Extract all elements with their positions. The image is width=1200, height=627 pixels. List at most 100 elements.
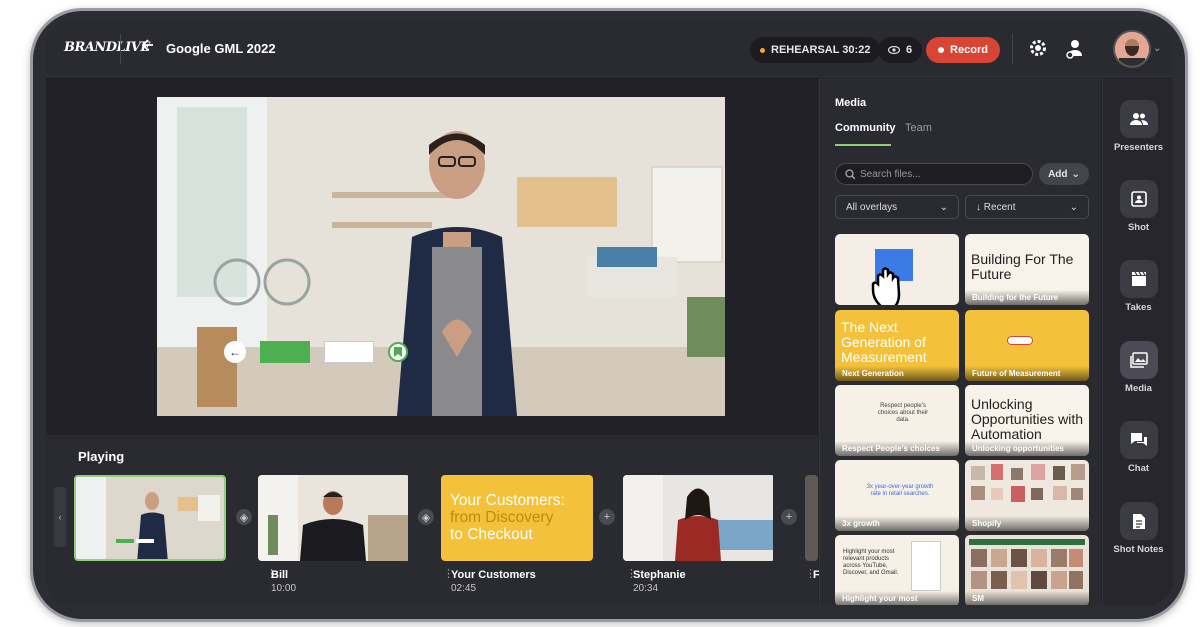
eye-icon: [888, 46, 900, 54]
rail-item-shot[interactable]: Shot: [1103, 180, 1173, 233]
shot-name: Bill: [271, 569, 289, 581]
media-tile[interactable]: Future of Measurement: [965, 310, 1089, 381]
shot-thumbnail-current[interactable]: [74, 475, 226, 561]
transition-icon[interactable]: ◈: [236, 509, 252, 525]
media-tile[interactable]: Shopify: [965, 460, 1089, 531]
rail-item-shot-notes[interactable]: Shot Notes: [1103, 502, 1173, 555]
lower-third-overlay: ←: [224, 341, 408, 363]
overlay-white-block: [324, 341, 374, 363]
media-tile[interactable]: The Next Generation of Measurement Next …: [835, 310, 959, 381]
tile-headline: Building For The Future: [971, 251, 1074, 282]
bookmark-icon: [388, 342, 408, 362]
sort-select[interactable]: ↓ Recent ⌄: [965, 195, 1089, 219]
rail-item-media[interactable]: Media: [1103, 341, 1173, 394]
user-avatar[interactable]: [1113, 30, 1151, 68]
takes-icon: [1119, 260, 1158, 298]
viewer-count-value: 6: [906, 44, 913, 56]
playing-label: Playing: [78, 449, 125, 464]
rail-label: Presenters: [1113, 142, 1164, 153]
card-line-1: Your Customers:: [450, 492, 565, 509]
search-placeholder: Search files...: [860, 168, 921, 180]
shot-thumbnail[interactable]: [805, 475, 818, 561]
chevron-down-icon: ⌄: [1069, 201, 1078, 213]
rail-label: Shot Notes: [1113, 544, 1164, 555]
event-title: Google GML 2022: [166, 41, 276, 56]
chevron-down-icon[interactable]: ⌄: [1153, 43, 1161, 54]
transition-icon[interactable]: ◈: [418, 509, 434, 525]
record-dot-icon: [938, 47, 945, 53]
add-button[interactable]: Add ⌄: [1039, 163, 1089, 185]
media-tile[interactable]: Highlight your most relevant products ac…: [835, 535, 959, 605]
rehearsal-timer: REHEARSAL 30:22: [750, 37, 881, 63]
brand-logo: BRANDLIVE: [64, 40, 150, 55]
media-tile[interactable]: [835, 234, 959, 305]
tile-label: Highlight your most: [835, 591, 959, 605]
hand-cursor-icon: [871, 267, 901, 305]
gear-icon[interactable]: [1028, 38, 1050, 60]
strip-collapse-button[interactable]: ‹: [54, 487, 66, 547]
media-tile[interactable]: Building For The Future Building for the…: [965, 234, 1089, 305]
tile-label: Building for the Future: [965, 290, 1089, 305]
media-tile[interactable]: SM: [965, 535, 1089, 605]
media-tile[interactable]: Unlocking Opportunities with Automation …: [965, 385, 1089, 456]
producer-settings-icon[interactable]: [1064, 38, 1086, 60]
record-button[interactable]: Record: [926, 37, 1000, 63]
search-input[interactable]: Search files...: [835, 163, 1033, 185]
live-video-preview: [157, 97, 725, 416]
rail-item-presenters[interactable]: Presenters: [1103, 100, 1173, 153]
overlay-filter-select[interactable]: All overlays ⌄: [835, 195, 959, 219]
back-arrow-icon[interactable]: [138, 38, 158, 58]
chat-icon: [1119, 421, 1158, 459]
tile-label: Unlocking opportunities: [965, 441, 1089, 456]
media-tile[interactable]: 3x year-over-year growth rate in retail …: [835, 460, 959, 531]
panel-title: Media: [835, 97, 867, 109]
shot-name: Your Customers: [451, 569, 536, 581]
viewer-count: 6: [878, 37, 923, 63]
tab-team[interactable]: Team: [905, 122, 932, 134]
tile-headline: Unlocking Opportunities with Automation: [971, 396, 1084, 442]
shot-thumbnail[interactable]: [623, 475, 775, 561]
tile-label: SM: [965, 591, 1089, 605]
shot-thumbnail[interactable]: Your Customers: from Discovery to Checko…: [441, 475, 593, 561]
media-icon: [1119, 341, 1158, 379]
search-icon: [845, 169, 856, 180]
tile-phone-graphic: [911, 541, 941, 591]
tile-label: Next Generation: [835, 366, 959, 381]
add-transition-icon[interactable]: +: [781, 509, 797, 525]
tile-label: Shopify: [965, 516, 1089, 531]
sort-value: ↓ Recent: [976, 201, 1016, 213]
rail-label: Takes: [1125, 302, 1152, 313]
right-rail: Presenters Shot Takes Media Chat Shot No…: [1102, 78, 1173, 605]
rail-label: Media: [1125, 383, 1152, 394]
add-transition-icon[interactable]: +: [599, 509, 615, 525]
active-tab-indicator: [835, 144, 891, 146]
shot-duration: 02:45: [451, 583, 477, 594]
status-dot-icon: [760, 47, 765, 53]
top-bar: BRANDLIVE Google GML 2022 REHEARSAL 30:2…: [46, 20, 1173, 77]
tile-graphic: [1007, 336, 1033, 345]
tile-label: 3x growth: [835, 516, 959, 531]
chevron-down-icon: ⌄: [1071, 168, 1080, 180]
presenters-icon: [1119, 100, 1158, 138]
chevron-down-icon: ⌄: [939, 201, 948, 213]
rail-label: Chat: [1127, 463, 1150, 474]
shot-thumbnail[interactable]: [258, 475, 410, 561]
tab-community[interactable]: Community: [835, 122, 896, 134]
tile-label: Future of Measurement: [965, 366, 1089, 381]
tile-label: Respect People's choices: [835, 441, 959, 456]
rail-item-chat[interactable]: Chat: [1103, 421, 1173, 474]
shot-duration: 20:34: [633, 583, 659, 594]
record-label: Record: [950, 44, 988, 56]
rail-item-takes[interactable]: Takes: [1103, 260, 1173, 313]
app-screen: BRANDLIVE Google GML 2022 REHEARSAL 30:2…: [46, 20, 1173, 605]
stage-area: ←: [46, 78, 818, 434]
shot-name: Stephanie: [633, 569, 686, 581]
add-label: Add: [1048, 168, 1068, 180]
card-line-2: from Discovery: [450, 509, 554, 526]
rail-label: Shot: [1127, 222, 1150, 233]
shot-icon: [1119, 180, 1158, 218]
tile-headline: Highlight your most relevant products ac…: [843, 549, 899, 576]
media-tile[interactable]: Respect people's choices about their dat…: [835, 385, 959, 456]
shot-duration: 10:00: [271, 583, 297, 594]
rehearsal-label: REHEARSAL 30:22: [771, 44, 871, 56]
